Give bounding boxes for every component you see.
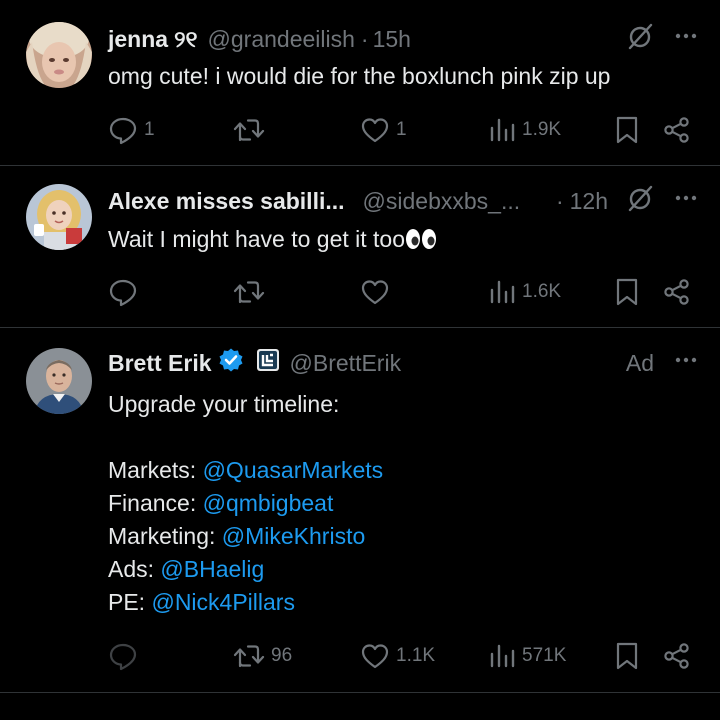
views-count: 1.9K: [522, 119, 562, 140]
repost-button[interactable]: 96: [233, 638, 292, 674]
bookmark-button[interactable]: [614, 274, 640, 310]
more-icon[interactable]: [674, 186, 698, 216]
share-icon: [663, 278, 691, 306]
list-item-label: PE:: [108, 589, 152, 615]
repost-button[interactable]: [233, 274, 271, 310]
affiliate-badge-icon[interactable]: [256, 348, 280, 378]
like-button[interactable]: 1.1K: [360, 638, 435, 674]
repost-icon: [233, 277, 265, 307]
mention-link[interactable]: @qmbigbeat: [203, 490, 334, 516]
list-item: PE: @Nick4Pillars: [108, 586, 696, 619]
list-item: Marketing: @MikeKhristo: [108, 520, 696, 553]
list-item: Markets: @QuasarMarkets: [108, 454, 696, 487]
bookmark-button[interactable]: [614, 112, 640, 148]
reply-icon: [108, 641, 138, 671]
reply-button[interactable]: [108, 274, 144, 310]
share-button[interactable]: [663, 112, 691, 148]
views-button[interactable]: 1.9K: [488, 112, 561, 148]
grok-icon[interactable]: [626, 22, 654, 56]
timestamp[interactable]: 15h: [373, 26, 411, 53]
name-badge: ୨୧: [174, 25, 198, 52]
share-icon: [663, 642, 691, 670]
tweet-header: jenna ୨୧ @grandeeilish · 15h: [108, 22, 698, 56]
views-icon: [488, 278, 516, 306]
list-item-label: Marketing:: [108, 523, 222, 549]
mention-link[interactable]: @QuasarMarkets: [203, 457, 384, 483]
share-button[interactable]: [663, 638, 691, 674]
grok-icon[interactable]: [626, 184, 654, 218]
views-button[interactable]: 571K: [488, 638, 566, 674]
list-item: Finance: @qmbigbeat: [108, 487, 696, 520]
list-item-label: Ads:: [108, 556, 161, 582]
mention-link[interactable]: @Nick4Pillars: [151, 589, 294, 615]
tweet-text-content: Wait I might have to get it too: [108, 226, 406, 252]
like-icon: [360, 116, 390, 144]
share-button[interactable]: [663, 274, 691, 310]
display-name[interactable]: jenna: [108, 26, 168, 53]
mention-link[interactable]: @MikeKhristo: [222, 523, 366, 549]
user-handle[interactable]: @BrettErik: [290, 350, 402, 377]
reply-button[interactable]: 1: [108, 112, 155, 148]
views-count: 1.6K: [522, 281, 562, 302]
like-icon: [360, 278, 390, 306]
separator-dot: ·: [555, 187, 564, 214]
views-icon: [488, 116, 516, 144]
bookmark-icon: [614, 115, 640, 145]
more-icon[interactable]: [674, 348, 698, 378]
reply-icon: [108, 115, 138, 145]
reply-button[interactable]: [108, 638, 144, 674]
tweet[interactable]: jenna ୨୧ @grandeeilish · 15h omg cute! i…: [0, 0, 720, 166]
views-icon: [488, 642, 516, 670]
bookmark-icon: [614, 641, 640, 671]
share-icon: [663, 116, 691, 144]
like-icon: [360, 642, 390, 670]
like-count: 1.1K: [396, 645, 436, 666]
action-bar: 1 1 1.9K: [0, 112, 720, 148]
user-handle[interactable]: @grandeeilish: [208, 26, 355, 53]
views-button[interactable]: 1.6K: [488, 274, 561, 310]
ad-label: Ad: [625, 349, 654, 376]
list-item-label: Finance:: [108, 490, 203, 516]
verified-badge-icon: [218, 347, 244, 379]
list-item: Ads: @BHaelig: [108, 553, 696, 586]
action-bar: 1.6K: [0, 274, 720, 310]
tweet-header: Alexe misses sabilli... @sidebxxbs_... ·…: [108, 184, 698, 218]
avatar[interactable]: [26, 184, 92, 250]
display-name[interactable]: Brett Erik: [108, 350, 212, 377]
bookmark-icon: [614, 277, 640, 307]
repost-button[interactable]: [233, 112, 271, 148]
next-tweet-peek: [26, 712, 66, 720]
like-button[interactable]: 1: [360, 112, 407, 148]
more-icon[interactable]: [674, 24, 698, 54]
tweet-intro: Upgrade your timeline:: [108, 391, 340, 417]
user-handle[interactable]: @sidebxxbs_...: [363, 188, 521, 215]
tweet-text: omg cute! i would die for the boxlunch p…: [108, 63, 611, 89]
mention-link[interactable]: @BHaelig: [160, 556, 264, 582]
tweet-text: Upgrade your timeline: Markets: @QuasarM…: [108, 388, 696, 619]
avatar[interactable]: [26, 22, 92, 88]
timestamp[interactable]: 12h: [570, 188, 608, 215]
display-name[interactable]: Alexe misses sabilli...: [108, 188, 345, 215]
like-count: 1: [396, 119, 407, 140]
list-item-label: Markets:: [108, 457, 203, 483]
separator-dot: ·: [360, 25, 369, 52]
tweet[interactable]: Brett Erik @BrettErik Ad Upgrade your ti…: [0, 328, 720, 693]
tweet-text: Wait I might have to get it too: [108, 223, 696, 259]
tweet[interactable]: Alexe misses sabilli... @sidebxxbs_... ·…: [0, 166, 720, 328]
views-count: 571K: [522, 645, 567, 666]
reply-icon: [108, 277, 138, 307]
reply-count: 1: [144, 119, 155, 140]
repost-count: 96: [271, 645, 293, 666]
avatar[interactable]: [26, 348, 92, 414]
eyes-emoji: [405, 226, 437, 259]
action-bar: 96 1.1K 571K: [0, 638, 720, 674]
tweet-header: Brett Erik @BrettErik Ad: [108, 348, 698, 378]
bookmark-button[interactable]: [614, 638, 640, 674]
repost-icon: [233, 115, 265, 145]
like-button[interactable]: [360, 274, 396, 310]
repost-icon: [233, 641, 265, 671]
